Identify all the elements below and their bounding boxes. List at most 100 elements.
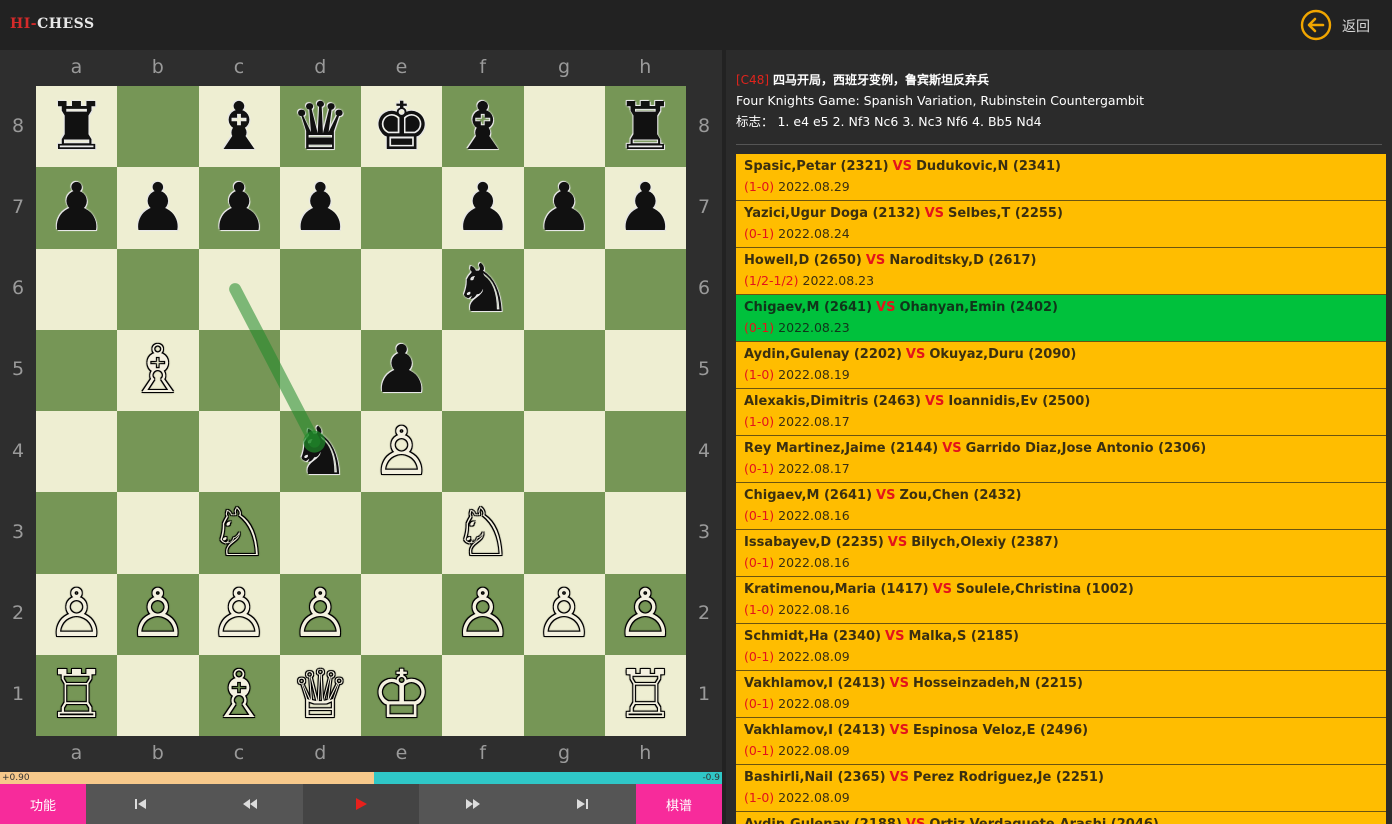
square-a4[interactable] [36, 411, 118, 493]
square-a5[interactable] [36, 329, 118, 411]
rank-label-left: 5 [11, 358, 25, 381]
square-g1[interactable] [523, 654, 605, 736]
game-row[interactable]: Schmidt,Ha (2340) VS Malka,S (2185) (0-1) 20… [736, 624, 1386, 671]
square-h6[interactable] [604, 248, 686, 330]
game-list[interactable]: Spasic,Petar (2321) VS Dudukovic,N (2341)(… [736, 154, 1386, 824]
square-a6[interactable] [36, 248, 118, 330]
notation-button[interactable]: 棋谱 [636, 784, 722, 824]
game-row[interactable]: Howell,D (2650) VS Naroditsky,D (2617) (1/2… [736, 248, 1386, 295]
square-f4[interactable] [442, 411, 524, 493]
black-pawn-d7[interactable]: ♟ [280, 167, 361, 248]
black-king-e8[interactable]: ♚ [361, 86, 442, 167]
game-row[interactable]: Kratimenou,Maria (1417) VS Soulele,Christi… [736, 577, 1386, 624]
game-row[interactable]: Alexakis,Dimitris (2463) VS Ioannidis,Ev (… [736, 389, 1386, 436]
square-d3[interactable] [279, 492, 361, 574]
black-bishop-c8[interactable]: ♝ [199, 86, 280, 167]
back-label[interactable]: 返回 [1342, 16, 1370, 36]
square-g3[interactable] [523, 492, 605, 574]
previous-move-button[interactable] [196, 784, 303, 824]
black-pawn-c7[interactable]: ♟ [199, 167, 280, 248]
white-pawn-a2[interactable]: ♙ [36, 574, 117, 655]
file-label-bottom: e [395, 742, 408, 764]
white-rook-a1[interactable]: ♖ [36, 655, 117, 736]
white-queen-d1[interactable]: ♕ [280, 655, 361, 736]
game-row[interactable]: Bashirli,Nail (2365) VS Perez Rodriguez,Je… [736, 765, 1386, 812]
game-row[interactable]: Vakhlamov,I (2413) VS Hosseinzadeh,N (2215… [736, 671, 1386, 718]
white-pawn-d2[interactable]: ♙ [280, 574, 361, 655]
square-f1[interactable] [442, 654, 524, 736]
black-queen-d8[interactable]: ♛ [280, 86, 361, 167]
black-pawn-g7[interactable]: ♟ [524, 167, 605, 248]
white-pawn-e4[interactable]: ♙ [361, 411, 442, 492]
last-move-button[interactable] [527, 784, 636, 824]
square-d6[interactable] [279, 248, 361, 330]
square-b1[interactable] [117, 654, 199, 736]
black-knight-d4[interactable]: ♞ [280, 411, 361, 492]
white-bishop-b5[interactable]: ♗ [117, 330, 198, 411]
square-g5[interactable] [523, 329, 605, 411]
white-pawn-h2[interactable]: ♙ [605, 574, 686, 655]
black-rook-h8[interactable]: ♜ [605, 86, 686, 167]
black-pawn-b7[interactable]: ♟ [117, 167, 198, 248]
white-bishop-c1[interactable]: ♗ [199, 655, 280, 736]
game-meta: (0-1) 2022.08.24 [744, 226, 850, 241]
square-b8[interactable] [117, 86, 199, 168]
back-arrow-icon[interactable] [1300, 9, 1332, 41]
white-king-e1[interactable]: ♔ [361, 655, 442, 736]
first-move-button[interactable] [86, 784, 196, 824]
square-g4[interactable] [523, 411, 605, 493]
game-row[interactable]: Aydin,Gulenay (2188) VS Ortiz Verdaguete,A… [736, 812, 1386, 824]
game-row[interactable]: Rey Martinez,Jaime (2144) VS Garrido Diaz,… [736, 436, 1386, 483]
square-g6[interactable] [523, 248, 605, 330]
square-c4[interactable] [198, 411, 280, 493]
black-pawn-e5[interactable]: ♟ [361, 330, 442, 411]
game-row[interactable]: Aydin,Gulenay (2202) VS Okuyaz,Duru (2090)… [736, 342, 1386, 389]
black-pawn-f7[interactable]: ♟ [442, 167, 523, 248]
rank-label-right: 4 [697, 439, 711, 462]
square-e7[interactable] [361, 167, 443, 249]
black-pawn-a7[interactable]: ♟ [36, 167, 117, 248]
game-row[interactable]: Spasic,Petar (2321) VS Dudukovic,N (2341) (… [736, 154, 1386, 201]
rank-label-left: 2 [11, 602, 25, 625]
white-pawn-f2[interactable]: ♙ [442, 574, 523, 655]
square-d5[interactable] [279, 329, 361, 411]
square-h4[interactable] [604, 411, 686, 493]
white-pawn-c2[interactable]: ♙ [199, 574, 280, 655]
white-pawn-b2[interactable]: ♙ [117, 574, 198, 655]
square-f5[interactable] [442, 329, 524, 411]
square-g8[interactable] [523, 86, 605, 168]
game-row[interactable]: Vakhlamov,I (2413) VS Espinosa Veloz,E (24… [736, 718, 1386, 765]
square-c6[interactable] [198, 248, 280, 330]
square-h3[interactable] [604, 492, 686, 574]
game-row[interactable]: Chigaev,M (2641) VS Ohanyan,Emin (2402) (0-… [736, 295, 1386, 342]
square-a3[interactable] [36, 492, 118, 574]
play-button[interactable] [303, 784, 419, 824]
game-row[interactable]: Chigaev,M (2641) VS Zou,Chen (2432) (0-1) 20… [736, 483, 1386, 530]
white-pawn-g2[interactable]: ♙ [524, 574, 605, 655]
game-row[interactable]: Issabayev,D (2235) VS Bilych,Olexiy (2387)… [736, 530, 1386, 577]
square-e6[interactable] [361, 248, 443, 330]
square-e2[interactable] [361, 573, 443, 655]
white-knight-f3[interactable]: ♘ [442, 492, 523, 573]
chessboard[interactable]: ♜ ♝ ♛ ♚ ♝ ♜ ♟ ♟ ♟ ♟ ♟ ♟ ♟ ♞ ♗ ♟ ♞ ♙ ♘ ♘ ♙ ♙ ♙ ♙ ♙ ♙ ♙ ♖ ♗ ♕ ♔ ♖ [36, 86, 686, 736]
function-button[interactable]: 功能 [0, 784, 86, 824]
black-rook-a8[interactable]: ♜ [36, 86, 117, 167]
square-b4[interactable] [117, 411, 199, 493]
back-button[interactable]: 返回 [1300, 9, 1390, 41]
square-h5[interactable] [604, 329, 686, 411]
black-knight-f6[interactable]: ♞ [442, 249, 523, 330]
evaluation-fill-white [0, 772, 374, 784]
next-move-button[interactable] [419, 784, 527, 824]
black-pawn-h7[interactable]: ♟ [605, 167, 686, 248]
black-bishop-f8[interactable]: ♝ [442, 86, 523, 167]
square-b3[interactable] [117, 492, 199, 574]
white-player: Schmidt,Ha (2340) [744, 629, 882, 644]
white-knight-c3[interactable]: ♘ [199, 492, 280, 573]
square-e3[interactable] [361, 492, 443, 574]
white-rook-h1[interactable]: ♖ [605, 655, 686, 736]
rank-label-left: 3 [11, 520, 25, 543]
square-c5[interactable] [198, 329, 280, 411]
black-player: Soulele,Christina (1002) [956, 582, 1134, 597]
square-b6[interactable] [117, 248, 199, 330]
game-row[interactable]: Yazici,Ugur Doga (2132) VS Selbes,T (2255)… [736, 201, 1386, 248]
